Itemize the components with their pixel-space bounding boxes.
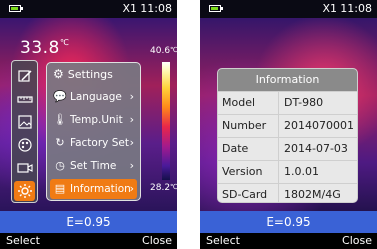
emissivity-bar: E=0.95 <box>200 211 377 233</box>
image-edit-icon[interactable] <box>14 66 35 86</box>
select-softkey[interactable]: Select <box>6 234 40 247</box>
menu-item-language[interactable]: 💬 Language › <box>50 87 137 107</box>
battery-icon <box>9 5 23 12</box>
thermometer-icon: 🌡 <box>53 113 67 126</box>
chevron-right-icon: › <box>129 182 134 195</box>
select-softkey[interactable]: Select <box>206 234 240 247</box>
capture-mode: X1 <box>122 2 137 15</box>
ruler-icon[interactable] <box>14 89 35 109</box>
info-value: DT-980 <box>284 96 324 109</box>
scale-max-unit: ℃ <box>170 46 177 54</box>
info-row-version: Version 1.0.01 <box>218 160 357 183</box>
chevron-right-icon: › <box>129 159 134 172</box>
gallery-icon[interactable] <box>14 112 35 132</box>
info-label: Number <box>222 119 267 132</box>
close-softkey[interactable]: Close <box>142 234 172 247</box>
menu-item-temp-unit[interactable]: 🌡 Temp.Unit › <box>50 110 137 130</box>
info-column-divider <box>278 91 279 202</box>
info-row-sd-card: SD-Card 1802M/4G <box>218 183 357 202</box>
info-label: Model <box>222 96 256 109</box>
scale-max: 40.6℃ <box>150 46 177 56</box>
info-label: SD-Card <box>222 188 268 201</box>
chevron-right-icon: › <box>129 90 134 103</box>
information-title: Information <box>218 69 357 91</box>
menu-item-factory-set[interactable]: ↻ Factory Set › <box>50 133 137 153</box>
information-panel: Information Model DT-980 Number 20140700… <box>217 68 358 203</box>
info-value: 1.0.01 <box>284 165 319 178</box>
scale-max-value: 40.6 <box>150 46 171 56</box>
info-row-number: Number 2014070001 <box>218 114 357 137</box>
info-label: Version <box>222 165 263 178</box>
center-temperature-value: 33.8 <box>20 38 60 58</box>
gear-icon[interactable] <box>14 181 35 201</box>
close-softkey[interactable]: Close <box>342 234 372 247</box>
menu-item-information[interactable]: ▤ Information › <box>50 179 137 199</box>
speech-bubble-icon: 💬 <box>53 90 67 103</box>
menu-item-set-time[interactable]: ◷ Set Time › <box>50 156 137 176</box>
reset-icon: ↻ <box>55 136 65 149</box>
info-row-model: Model DT-980 <box>218 91 357 114</box>
softkeys: Select Close <box>0 233 177 249</box>
temperature-unit: ℃ <box>59 38 70 47</box>
settings-gear-icon: ⚙ <box>53 67 64 81</box>
capture-mode: X1 <box>322 2 337 15</box>
left-screen: X1 11:08 33.8℃ 40.6℃ 28.2℃ ⚙ Settings 💬 … <box>0 0 177 249</box>
scale-min-value: 28.2 <box>150 183 171 193</box>
emissivity-bar: E=0.95 <box>0 211 177 233</box>
palette-icon[interactable] <box>14 135 35 155</box>
info-row-date: Date 2014-07-03 <box>218 137 357 160</box>
clock-icon: ◷ <box>55 159 65 172</box>
emissivity-value: E=0.95 <box>66 215 111 229</box>
menu-item-label: Temp.Unit <box>70 114 123 126</box>
settings-menu-header: ⚙ Settings <box>53 67 113 81</box>
clock-time: 11:08 <box>340 2 372 15</box>
info-value: 2014070001 <box>284 119 354 132</box>
camera-icon[interactable] <box>14 158 35 178</box>
chevron-right-icon: › <box>129 113 134 126</box>
right-screen: X1 11:08 Information Model DT-980 Number… <box>200 0 377 249</box>
color-scale-bar <box>162 62 170 180</box>
menu-item-label: Language <box>70 91 122 103</box>
info-label: Date <box>222 142 249 155</box>
clock-time: 11:08 <box>140 2 172 15</box>
side-toolbar <box>11 60 38 203</box>
status-bar: X1 11:08 <box>200 0 377 18</box>
scale-min: 28.2℃ <box>150 183 177 193</box>
settings-menu-title: Settings <box>67 68 113 81</box>
info-value: 1802M/4G <box>284 188 341 201</box>
battery-icon <box>209 5 223 12</box>
settings-menu: ⚙ Settings 💬 Language › 🌡 Temp.Unit › ↻ Factor… <box>46 62 141 201</box>
chevron-right-icon: › <box>129 136 134 149</box>
center-temperature: 33.8℃ <box>20 38 69 58</box>
status-bar: X1 11:08 <box>0 0 177 18</box>
emissivity-value: E=0.95 <box>266 215 311 229</box>
scale-min-unit: ℃ <box>170 183 177 191</box>
menu-item-label: Factory Set <box>70 137 129 149</box>
info-value: 2014-07-03 <box>284 142 348 155</box>
document-icon: ▤ <box>54 182 66 195</box>
menu-item-label: Set Time <box>70 160 117 172</box>
softkeys: Select Close <box>200 233 377 249</box>
menu-item-label: Information <box>70 183 131 195</box>
